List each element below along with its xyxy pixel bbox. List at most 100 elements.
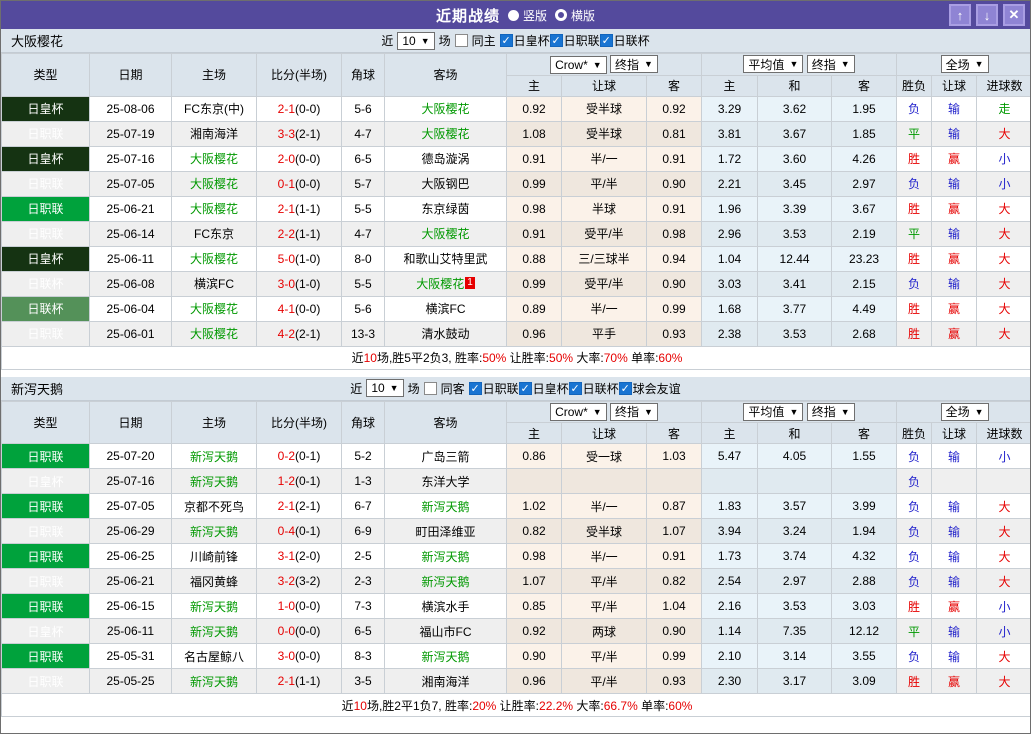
league-checkbox[interactable]: ✓ [568, 381, 582, 395]
away-team[interactable]: 新泻天鹅 [384, 568, 507, 594]
home-team[interactable]: 大阪樱花 [171, 320, 257, 347]
col-type: 类型 [1, 400, 90, 444]
league-checkbox[interactable]: ✓ [499, 34, 513, 47]
away-team[interactable]: 德岛漩涡 [384, 145, 507, 172]
away-team[interactable]: 新泻天鹅 [384, 643, 507, 669]
home-team[interactable]: 新泻天鹅 [171, 443, 257, 469]
games-count-select[interactable]: 10 ▼ [397, 31, 435, 50]
radio-vertical-icon[interactable] [507, 9, 519, 21]
home-team[interactable]: 大阪樱花 [171, 295, 257, 322]
away-team[interactable]: 东京绿茵 [384, 195, 507, 222]
away-team[interactable]: 新泻天鹅 [384, 543, 507, 569]
scope-select[interactable]: 全场 ▼ [940, 402, 989, 421]
home-team[interactable]: 大阪樱花 [171, 170, 257, 197]
away-team[interactable]: 大阪樱花 [384, 95, 507, 122]
away-team[interactable]: 大阪樱花 1 [384, 270, 507, 297]
summary-segment: 大率: [573, 698, 604, 713]
home-team[interactable]: 横滨FC [171, 270, 257, 297]
final-index-select-right[interactable]: 终指 ▼ [806, 402, 855, 421]
average-select[interactable]: 平均值 ▼ [743, 55, 804, 74]
corners: 5-5 [341, 270, 385, 297]
avg-draw: 3.24 [757, 518, 833, 544]
layout-radio-horizontal[interactable]: 横版 [555, 7, 595, 24]
match-score: 3-2(3-2) [256, 568, 342, 594]
result-winloss-label: 胜 [908, 152, 921, 166]
away-team[interactable]: 广岛三箭 [384, 443, 507, 469]
result-goals-label: 大 [998, 127, 1011, 141]
halftime-score: (1-1) [295, 226, 321, 241]
odds-handicap: 两球 [561, 618, 647, 644]
home-team[interactable]: 大阪樱花 [171, 245, 257, 272]
average-select[interactable]: 平均值 ▼ [743, 402, 804, 421]
league-checkbox[interactable]: ✓ [618, 381, 632, 395]
col-date: 日期 [89, 53, 172, 97]
same-side-checkbox[interactable] [454, 34, 468, 47]
match-score: 3-1(2-0) [256, 543, 342, 569]
bookmaker-select[interactable]: Crow* ▼ [550, 55, 607, 74]
away-team[interactable]: 横滨水手 [384, 593, 507, 619]
scroll-down-button[interactable]: ↓ [976, 4, 998, 26]
home-team[interactable]: 新泻天鹅 [171, 618, 257, 644]
home-team[interactable]: 新泻天鹅 [171, 593, 257, 619]
corners: 2-3 [341, 568, 385, 594]
corners: 5-5 [341, 195, 385, 222]
home-team[interactable]: 新泻天鹅 [171, 468, 257, 494]
home-team[interactable]: 新泻天鹅 [171, 668, 257, 694]
league-checkbox[interactable]: ✓ [518, 381, 532, 395]
league-checkbox[interactable]: ✓ [468, 381, 482, 395]
final-index-select-left[interactable]: 终指 ▼ [610, 402, 658, 421]
layout-radio-vertical[interactable]: 竖版 [507, 7, 547, 24]
home-team[interactable]: 京都不死鸟 [171, 493, 257, 519]
final-index-select-right[interactable]: 终指 ▼ [806, 55, 855, 74]
radio-horizontal-icon[interactable] [555, 9, 567, 21]
bookmaker-select[interactable]: Crow* ▼ [550, 403, 607, 421]
final-index-select-left[interactable]: 终指 ▼ [610, 55, 658, 73]
away-team[interactable]: 大阪樱花 [384, 220, 507, 247]
home-team[interactable]: 大阪樱花 [171, 195, 257, 222]
away-team[interactable]: 东洋大学 [384, 468, 507, 494]
result-winloss-label: 负 [908, 177, 921, 191]
odds-handicap: 受一球 [561, 443, 647, 469]
match-row: 日皇杯 25-08-06 FC东京(中) 2-1(0-0) 5-6 大阪樱花 0.92 受半球… [1, 95, 1030, 122]
result-goals: 大 [976, 668, 1030, 694]
home-team[interactable]: FC东京 [171, 220, 257, 247]
team-name: 新泻天鹅 [11, 381, 64, 397]
home-team[interactable]: 大阪樱花 [171, 145, 257, 172]
away-team[interactable]: 湘南海洋 [384, 668, 507, 694]
home-team[interactable]: 福冈黄蜂 [171, 568, 257, 594]
away-team[interactable]: 大阪钢巴 [384, 170, 507, 197]
match-date: 25-06-11 [89, 618, 172, 644]
home-team[interactable]: 湘南海洋 [171, 120, 257, 147]
away-team[interactable]: 福山市FC [384, 618, 507, 644]
odds-away: 1.04 [645, 593, 703, 619]
away-team[interactable]: 町田泽维亚 [384, 518, 507, 544]
scroll-up-button[interactable]: ↑ [949, 4, 971, 26]
league-checkbox[interactable]: ✓ [549, 34, 563, 47]
same-side-checkbox[interactable] [423, 381, 437, 395]
fulltime-score: 0-2 [277, 449, 295, 463]
home-team[interactable]: 川崎前锋 [171, 543, 257, 569]
avg-draw: 3.57 [757, 493, 833, 519]
fulltime-score: 2-1 [277, 201, 295, 216]
corners: 5-2 [341, 443, 385, 469]
league-checkbox[interactable]: ✓ [599, 34, 613, 47]
close-button[interactable]: ✕ [1003, 4, 1025, 26]
avg-home: 2.16 [701, 593, 759, 619]
avg-draw: 3.41 [757, 270, 833, 297]
away-team[interactable]: 横滨FC [384, 295, 507, 322]
odds-away: 0.91 [645, 145, 703, 172]
away-team[interactable]: 和歌山艾特里武 [384, 245, 507, 272]
corners: 8-0 [341, 245, 385, 272]
away-team[interactable]: 清水鼓动 [384, 320, 507, 347]
games-count-select[interactable]: 10 ▼ [366, 379, 404, 397]
home-team[interactable]: FC东京(中) [171, 95, 257, 122]
avg-away: 4.32 [831, 543, 898, 569]
avg-home: 1.72 [701, 145, 759, 172]
home-team[interactable]: 新泻天鹅 [171, 518, 257, 544]
home-team[interactable]: 名古屋鲸八 [171, 643, 257, 669]
scope-select[interactable]: 全场 ▼ [940, 55, 989, 74]
league-type-badge: 日职联 [1, 443, 90, 469]
away-team[interactable]: 新泻天鹅 [384, 493, 507, 519]
away-team[interactable]: 大阪樱花 [384, 120, 507, 147]
avg-away: 1.55 [831, 443, 898, 469]
